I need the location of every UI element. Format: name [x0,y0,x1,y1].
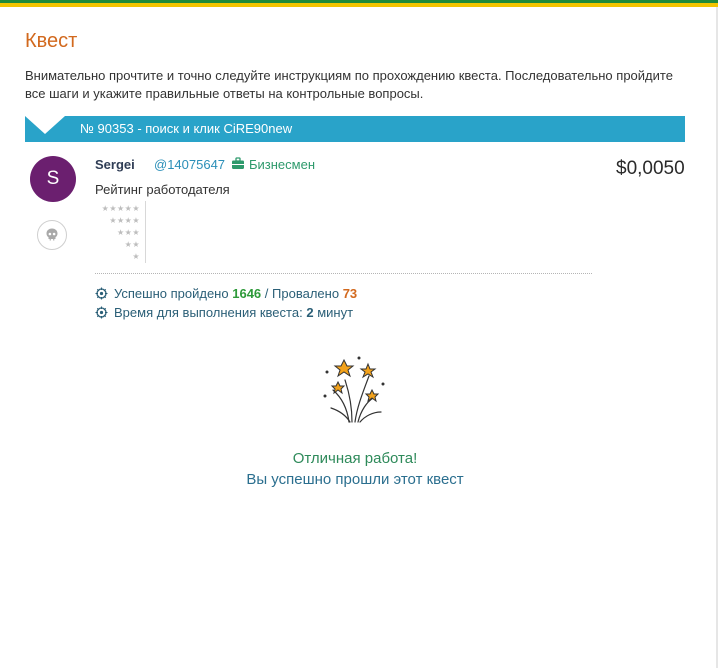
success-label: Успешно пройдено [114,286,229,301]
quest-price: $0,0050 [616,158,685,179]
gear-icon [95,287,108,300]
quest-header-band: № 90353 - поиск и клик CiRE90new [25,116,685,142]
quest-title: № 90353 - поиск и клик CiRE90new [80,121,293,136]
fireworks-icon [323,356,385,423]
rating-row-1: ★ [132,252,140,261]
time-label: Время для выполнения квеста: [114,305,303,320]
rating-row-2: ★★ [124,240,140,249]
stats-separator: / [264,286,269,301]
rating-row-5: ★★★★★ [101,204,140,213]
rating-stars-chart: ★★★★★ ★★★★ ★★★ ★★ ★ [95,201,146,263]
user-name-link[interactable]: Sergei [95,157,135,172]
success-count: 1646 [232,286,262,301]
top-color-bar [0,0,718,7]
gear-icon [95,306,108,319]
time-value: 2 [306,305,314,320]
report-button[interactable] [37,220,67,250]
rating-label: Рейтинг работодателя [95,182,230,197]
rating-row-3: ★★★ [116,228,140,237]
skull-icon [46,228,58,241]
avatar-letter: S [46,168,60,189]
time-unit: минут [317,305,354,320]
success-message-title: Отличная работа! [292,450,418,467]
section-divider [95,273,592,274]
rating-row-4: ★★★★ [109,216,140,225]
stats-time-line: Время для выполнения квеста: 2 минут [95,305,353,320]
failed-label: Провалено [272,286,340,301]
avatar[interactable]: S [30,156,76,202]
briefcase-icon [232,157,244,169]
page-title: Квест [25,30,78,52]
stats-success-line: Успешно пройдено 1646 / Провалено 73 [95,286,357,301]
failed-count: 73 [342,286,358,301]
band-arrow-notch [25,116,65,134]
success-message-subtitle: Вы успешно прошли этот квест [246,471,464,488]
user-role: Бизнесмен [249,157,316,172]
user-id-link[interactable]: @14075647 [154,157,225,172]
intro-text: Внимательно прочтите и точно следуйте ин… [25,68,673,101]
